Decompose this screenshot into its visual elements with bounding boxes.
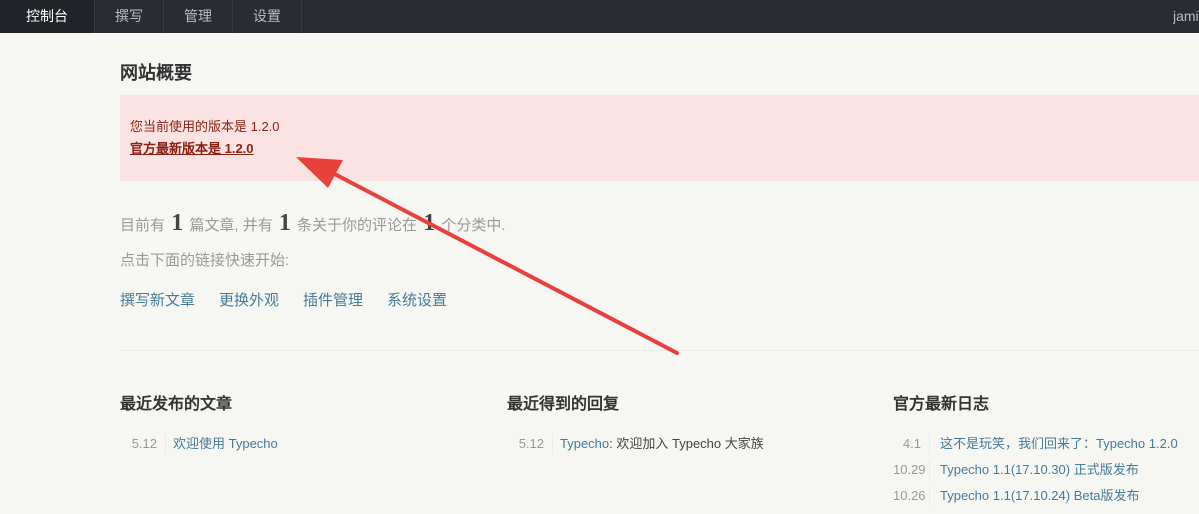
system-settings-link[interactable]: 系统设置 <box>387 289 447 310</box>
nav-settings[interactable]: 设置 <box>233 0 302 33</box>
version-notice: 您当前使用的版本是 1.2.0 官方最新版本是 1.2.0 <box>120 95 1199 181</box>
reply-date: 5.12 <box>507 434 553 454</box>
recent-posts-section: 最近发布的文章 5.12 欢迎使用 Typecho <box>120 395 500 460</box>
list-item: 5.12 Typecho: 欢迎加入 Typecho 大家族 <box>507 434 887 460</box>
change-theme-link[interactable]: 更换外观 <box>219 289 279 310</box>
latest-version-link[interactable]: 官方最新版本是 1.2.0 <box>130 141 1189 157</box>
news-link[interactable]: Typecho 1.1(17.10.24) Beta版发布 <box>930 486 1139 512</box>
list-item: 5.12 欢迎使用 Typecho <box>120 434 500 460</box>
news-date: 10.26 <box>893 486 930 506</box>
nav-write[interactable]: 撰写 <box>95 0 164 33</box>
plugin-manage-link[interactable]: 插件管理 <box>303 289 363 310</box>
news-link[interactable]: 这不是玩笑，我们回来了：Typecho 1.2.0 <box>930 434 1178 460</box>
stats-suffix: 个分类中. <box>441 217 506 234</box>
post-link[interactable]: 欢迎使用 Typecho <box>166 434 278 460</box>
posts-count: 1 <box>171 210 184 236</box>
stats-prefix: 目前有 <box>120 217 166 234</box>
post-date: 5.12 <box>120 434 166 454</box>
news-link[interactable]: Typecho 1.1(17.10.30) 正式版发布 <box>930 460 1139 486</box>
comments-count: 1 <box>278 210 291 236</box>
reply-author-link[interactable]: Typecho <box>560 436 609 451</box>
top-navbar: 控制台 撰写 管理 设置 jami <box>0 0 1199 33</box>
nav-dashboard[interactable]: 控制台 <box>0 0 95 33</box>
news-date: 4.1 <box>893 434 930 454</box>
nav-manage[interactable]: 管理 <box>164 0 233 33</box>
official-news-title: 官方最新日志 <box>893 396 990 413</box>
site-stats: 目前有 1 篇文章, 并有 1 条关于你的评论在 1 个分类中. <box>120 210 506 237</box>
news-date: 10.29 <box>893 460 930 480</box>
arrow-shaft <box>323 167 679 355</box>
stats-mid2: 条关于你的评论在 <box>297 217 418 234</box>
list-item: 10.26 Typecho 1.1(17.10.24) Beta版发布 <box>893 486 1199 512</box>
recent-replies-title: 最近得到的回复 <box>507 396 620 413</box>
reply-text: : 欢迎加入 Typecho 大家族 <box>609 436 764 451</box>
list-item: 10.29 Typecho 1.1(17.10.30) 正式版发布 <box>893 460 1199 486</box>
recent-posts-title: 最近发布的文章 <box>120 396 233 413</box>
quick-start-hint: 点击下面的链接快速开始: <box>120 252 290 269</box>
official-news-section: 官方最新日志 4.1 这不是玩笑，我们回来了：Typecho 1.2.0 10.… <box>893 395 1199 512</box>
user-menu[interactable]: jami <box>1173 0 1199 33</box>
list-item: 4.1 这不是玩笑，我们回来了：Typecho 1.2.0 <box>893 434 1199 460</box>
categories-count: 1 <box>423 210 436 236</box>
write-post-link[interactable]: 撰写新文章 <box>120 289 195 310</box>
quick-links: 撰写新文章 更换外观 插件管理 系统设置 <box>120 289 471 310</box>
reply-entry: Typecho: 欢迎加入 Typecho 大家族 <box>553 434 764 460</box>
divider <box>120 350 1199 351</box>
recent-replies-section: 最近得到的回复 5.12 Typecho: 欢迎加入 Typecho 大家族 <box>507 395 887 460</box>
current-version-text: 您当前使用的版本是 1.2.0 <box>130 119 280 134</box>
stats-mid1: 篇文章, 并有 <box>189 217 273 234</box>
page-title: 网站概要 <box>120 63 192 83</box>
